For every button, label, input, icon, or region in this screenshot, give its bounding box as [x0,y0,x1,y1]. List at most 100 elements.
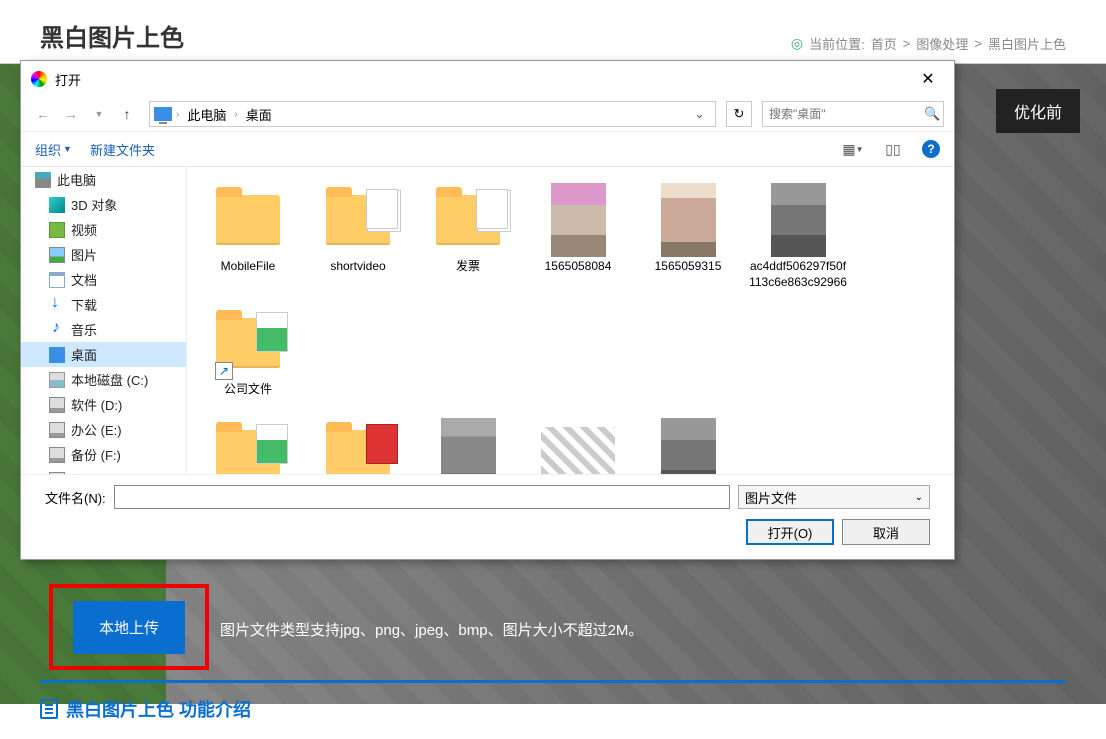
sidebar-item-1[interactable]: 3D 对象 [21,192,186,217]
sidebar-item-7[interactable]: 桌面 [21,342,186,367]
recent-dropdown[interactable]: ▼ [87,102,111,126]
crumb-home[interactable]: 首页 [871,34,897,53]
file-label: shortvideo [330,259,385,275]
sidebar-item-0[interactable]: 此电脑 [21,167,186,192]
local-upload-button[interactable]: 本地上传 [73,601,185,654]
ico-doc-icon [49,272,65,288]
sidebar: 此电脑 3D 对象视频图片文档下载音乐桌面本地磁盘 (C:) 软件 (D:) 办公 (… [21,167,187,474]
file-item[interactable]: ↗日常工作 - 快捷方式 [193,412,303,474]
sidebar-item-12[interactable]: 娱乐 (G:) [21,467,186,474]
sidebar-item-label: 音乐 [71,320,97,339]
app-icon [31,71,47,87]
pc-icon [154,107,172,121]
filetype-select[interactable]: 图片文件⌄ [738,485,930,509]
ico-drive-icon [49,472,65,475]
ico-music-icon [49,322,65,338]
close-button[interactable]: ✕ [912,67,944,91]
search-icon[interactable]: 🔍 [924,106,940,122]
file-item[interactable]: 微信截图_20190806103223 [523,412,633,474]
sidebar-item-label: 桌面 [71,345,97,364]
ico-pic-icon [49,247,65,263]
sidebar-item-2[interactable]: 视频 [21,217,186,242]
back-button[interactable]: ← [31,102,55,126]
file-item[interactable]: ac4ddf506297f50f113c6e863c92966 [743,177,853,296]
document-icon [40,699,58,719]
sidebar-item-label: 软件 (D:) [71,395,122,414]
cancel-button[interactable]: 取消 [842,519,930,545]
sidebar-item-label: 视频 [71,220,97,239]
folder-icon [436,195,500,245]
up-button[interactable]: ↑ [115,102,139,126]
path-dropdown[interactable]: ⌄ [688,106,711,122]
sidebar-item-label: 下载 [71,295,97,314]
crumb-current: 黑白图片上色 [988,34,1066,53]
sidebar-item-8[interactable]: 本地磁盘 (C:) [21,367,186,392]
file-label: 公司文件 [224,382,272,398]
file-item[interactable]: 1565059315 [633,177,743,296]
file-label: 1565058084 [545,259,612,275]
path-bar[interactable]: › 此电脑 › 桌面 ⌄ [149,101,716,127]
sidebar-item-5[interactable]: 下载 [21,292,186,317]
file-item[interactable]: ↗淘宝文件 - 快捷方式 [303,412,413,474]
ico-dl-icon [49,297,65,313]
folder-icon [326,430,390,474]
folder-icon [216,430,280,474]
sidebar-item-6[interactable]: 音乐 [21,317,186,342]
image-thumb [551,183,606,257]
folder-icon [326,195,390,245]
file-item[interactable]: 微信截图_20190806102103 [413,412,523,474]
new-folder-button[interactable]: 新建文件夹 [90,140,155,159]
sidebar-item-label: 办公 (E:) [71,420,122,439]
sidebar-item-label: 此电脑 [57,170,96,189]
filename-input[interactable] [114,485,730,509]
sidebar-item-10[interactable]: 办公 (E:) [21,417,186,442]
search-input[interactable] [769,107,924,121]
dialog-titlebar: 打开 ✕ [21,61,954,97]
preview-pane-button[interactable]: ▯▯ [882,138,904,160]
file-item[interactable]: 微信截图_20190806104139 [633,412,743,474]
dialog-toolbar: 组织 ▼ 新建文件夹 ▦ ▼ ▯▯ ? [21,131,954,167]
ico-pc-icon [35,172,51,188]
sidebar-item-label: 图片 [71,245,97,264]
location-icon: ◎ [791,35,803,52]
file-open-dialog: 打开 ✕ ← → ▼ ↑ › 此电脑 › 桌面 ⌄ ↻ 🔍 组织 ▼ 新建文件夹… [20,60,955,560]
dialog-title: 打开 [55,70,81,89]
search-box[interactable]: 🔍 [762,101,944,127]
image-thumb [661,418,716,474]
file-item[interactable]: 1565058084 [523,177,633,296]
file-grid: MobileFile shortvideo 发票 1565058084 15650593… [187,167,954,474]
folder-icon [216,318,280,368]
upload-hint: 图片文件类型支持jpg、png、jpeg、bmp、图片大小不超过2M。 [220,619,643,640]
upload-highlight: 本地上传 [49,584,209,670]
file-item[interactable]: ↗公司文件 [193,300,303,404]
file-item[interactable]: 发票 [413,177,523,296]
ico-drive-icon [49,422,65,438]
file-label: MobileFile [221,259,276,275]
sidebar-item-4[interactable]: 文档 [21,267,186,292]
organize-menu[interactable]: 组织 ▼ [35,140,72,159]
ico-drive-icon [49,397,65,413]
open-button[interactable]: 打开(O) [746,519,834,545]
refresh-button[interactable]: ↻ [726,101,752,127]
sidebar-item-label: 本地磁盘 (C:) [71,370,148,389]
ico-desk-icon [49,347,65,363]
filename-label: 文件名(N): [45,488,106,507]
view-mode-button[interactable]: ▦ ▼ [842,138,864,160]
file-label: 发票 [456,259,480,275]
path-seg-1[interactable]: 桌面 [242,103,276,126]
image-thumb [771,183,826,257]
sidebar-item-11[interactable]: 备份 (F:) [21,442,186,467]
help-button[interactable]: ? [922,140,940,158]
image-thumb [661,183,716,257]
image-thumb [541,427,615,474]
optimize-before-badge: 优化前 [996,89,1080,133]
sidebar-item-9[interactable]: 软件 (D:) [21,392,186,417]
dialog-nav: ← → ▼ ↑ › 此电脑 › 桌面 ⌄ ↻ 🔍 [21,97,954,131]
sidebar-item-3[interactable]: 图片 [21,242,186,267]
file-item[interactable]: shortvideo [303,177,413,296]
file-item[interactable]: MobileFile [193,177,303,296]
folder-icon [216,195,280,245]
path-seg-0[interactable]: 此电脑 [183,103,230,126]
crumb-category[interactable]: 图像处理 [916,34,968,53]
file-label: 1565059315 [655,259,722,275]
